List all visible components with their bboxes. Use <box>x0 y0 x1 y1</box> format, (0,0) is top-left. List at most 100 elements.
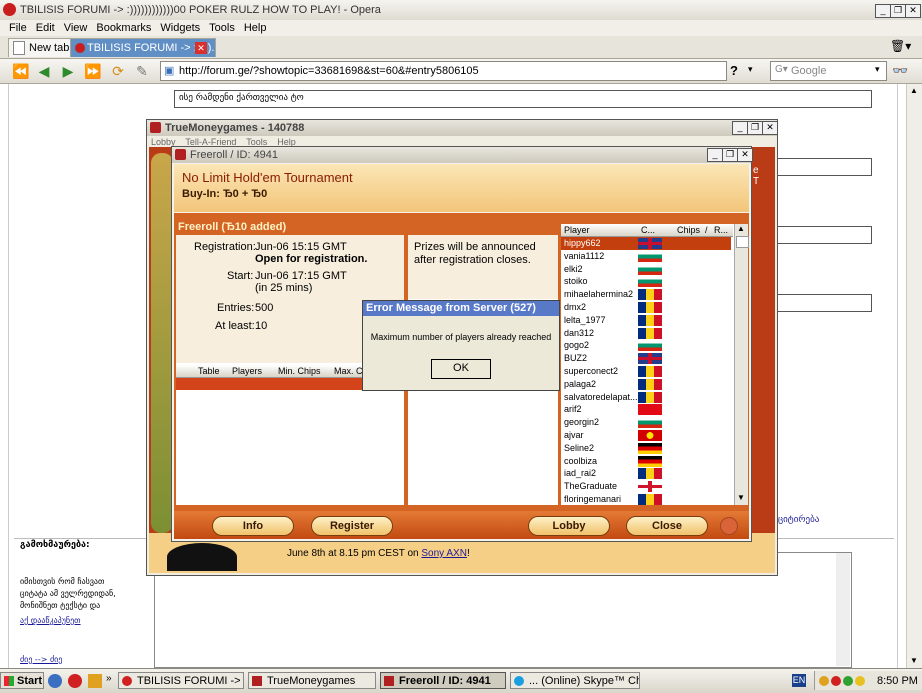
player-row[interactable]: palaga2 <box>561 378 731 391</box>
address-bar[interactable]: ▣ http://forum.ge/?showtopic=33681698&st… <box>160 61 727 81</box>
rewind-icon[interactable]: ⏪ <box>12 63 29 79</box>
game-close-button[interactable]: ✕ <box>762 121 778 135</box>
player-row[interactable]: BUZ2 <box>561 352 731 365</box>
scroll-down-icon[interactable]: ▼ <box>737 493 745 502</box>
close-button[interactable]: ✕ <box>905 4 921 18</box>
player-row[interactable]: ajvar <box>561 429 731 442</box>
freeroll-close-button[interactable]: ✕ <box>737 148 753 162</box>
col-min-chips[interactable]: Min. Chips <box>278 366 321 376</box>
menu-bookmarks[interactable]: Bookmarks <box>96 22 151 34</box>
ie-icon[interactable] <box>48 674 62 688</box>
app-icon[interactable] <box>88 674 102 688</box>
stop-icon[interactable] <box>720 517 738 535</box>
textarea-scrollbar[interactable] <box>836 553 850 666</box>
tab-forum[interactable]: TBILISIS FORUMI -> :))))... ✕ <box>70 38 216 57</box>
player-row[interactable]: elki2 <box>561 263 731 276</box>
register-button[interactable]: Register <box>311 516 393 536</box>
col-country[interactable]: C... <box>641 225 655 235</box>
bottom-link[interactable]: ძიე --> ძიე <box>20 655 62 664</box>
start-button[interactable]: Start <box>0 672 44 689</box>
menu-edit[interactable]: Edit <box>36 22 55 34</box>
player-row[interactable]: gogo2 <box>561 339 731 352</box>
col-players[interactable]: Players <box>232 366 262 376</box>
player-row[interactable]: dan312 <box>561 327 731 340</box>
player-row[interactable]: Seline2 <box>561 442 731 455</box>
lobby-button[interactable]: Lobby <box>528 516 610 536</box>
trash-icon[interactable]: 🗑▾ <box>890 39 916 55</box>
tray-icon[interactable] <box>843 676 853 686</box>
reload-icon[interactable]: ⟳ <box>110 63 126 79</box>
minimize-button[interactable]: _ <box>875 4 891 18</box>
player-row[interactable]: arif2 <box>561 403 731 416</box>
player-row[interactable]: vania1112 <box>561 250 731 263</box>
scroll-up-icon[interactable]: ▲ <box>737 224 745 233</box>
player-row[interactable]: mihaelahermina2 <box>561 288 731 301</box>
player-row[interactable]: lelta_1977 <box>561 314 731 327</box>
chevron-double-icon[interactable]: » <box>106 673 112 684</box>
search-input[interactable]: G▾ Google ▾ <box>770 61 887 81</box>
sony-axn-link[interactable]: Sony AXN <box>421 548 467 559</box>
page-scrollbar[interactable]: ▲ ▼ <box>906 84 922 668</box>
col-rank[interactable]: R... <box>714 225 728 235</box>
menu-view[interactable]: View <box>64 22 88 34</box>
info-button[interactable]: Info <box>212 516 294 536</box>
col-table[interactable]: Table <box>198 366 220 376</box>
back-icon[interactable]: ◀ <box>36 63 52 79</box>
player-row[interactable]: stoiko <box>561 275 731 288</box>
windows-taskbar: Start » TBILISIS FORUMI -> :))))... True… <box>0 668 922 693</box>
player-row[interactable]: TheGraduate <box>561 480 731 493</box>
forum-title-input[interactable]: ისე რამდენი ქართველია ტო <box>174 90 872 108</box>
scroll-down-icon[interactable]: ▼ <box>910 656 918 665</box>
player-row[interactable]: floringemanari <box>561 493 731 506</box>
taskbar-item-truemoneygames[interactable]: TrueMoneygames <box>248 672 376 689</box>
col-player[interactable]: Player <box>564 225 590 235</box>
zoom-icon[interactable]: 👓 <box>892 63 914 79</box>
opera-icon[interactable] <box>68 674 82 688</box>
menu-help[interactable]: Help <box>244 22 267 34</box>
menu-tools[interactable]: Tools <box>209 22 235 34</box>
player-row[interactable]: iad_rai2 <box>561 467 731 480</box>
freeroll-titlebar: Freeroll / ID: 4941 _ ❐ ✕ <box>172 147 753 163</box>
restore-button[interactable]: ❐ <box>890 4 906 18</box>
player-row[interactable]: coolbiza <box>561 455 731 468</box>
edit-icon[interactable]: ✎ <box>134 63 150 79</box>
tab-new[interactable]: New tab <box>8 38 76 57</box>
game-minimize-button[interactable]: _ <box>732 121 748 135</box>
quote-link[interactable]: აქ დააწკაპუნეთ <box>20 616 81 625</box>
help-icon[interactable]: ? <box>730 63 746 79</box>
player-row[interactable]: superconect2 <box>561 365 731 378</box>
menu-widgets[interactable]: Widgets <box>160 22 200 34</box>
taskbar-item-forum[interactable]: TBILISIS FORUMI -> :))))... <box>118 672 244 689</box>
close-tab-icon[interactable]: ✕ <box>195 42 207 54</box>
tray-icon[interactable] <box>819 676 829 686</box>
player-row[interactable]: dmx2 <box>561 301 731 314</box>
player-list-scrollbar[interactable]: ▲ ▼ <box>734 224 749 505</box>
player-name: mihaelahermina2 <box>564 289 634 300</box>
language-indicator[interactable]: EN <box>792 674 806 687</box>
chevron-down-icon[interactable]: ▾ <box>748 64 760 78</box>
freeroll-restore-button[interactable]: ❐ <box>722 148 738 162</box>
forum-field-4[interactable] <box>776 294 872 312</box>
chevron-down-icon[interactable]: ▾ <box>875 64 880 75</box>
scroll-up-icon[interactable]: ▲ <box>910 86 918 95</box>
col-chips[interactable]: Chips <box>677 225 700 235</box>
player-row[interactable]: salvatoredelapat... <box>561 391 731 404</box>
ok-button[interactable]: OK <box>431 359 491 379</box>
freeroll-minimize-button[interactable]: _ <box>707 148 723 162</box>
tray-icon[interactable] <box>855 676 865 686</box>
forum-field-3[interactable] <box>776 226 872 244</box>
player-row[interactable]: georgin2 <box>561 416 731 429</box>
forum-field-2[interactable] <box>776 158 872 176</box>
player-row[interactable]: hippy662 <box>561 237 731 250</box>
taskbar-item-freeroll[interactable]: Freeroll / ID: 4941 <box>380 672 506 689</box>
forum-right-links[interactable]: ციტირება <box>778 515 819 525</box>
forward-icon[interactable]: ▶ <box>60 63 76 79</box>
menu-file[interactable]: File <box>9 22 27 34</box>
fast-forward-icon[interactable]: ⏩ <box>84 63 101 79</box>
game-restore-button[interactable]: ❐ <box>747 121 763 135</box>
tray-icon[interactable] <box>831 676 841 686</box>
close-window-button[interactable]: Close <box>626 516 708 536</box>
search-placeholder: Google <box>791 65 827 77</box>
taskbar-item-skype[interactable]: ... (Online) Skype™ Chat <box>510 672 640 689</box>
scroll-thumb[interactable] <box>736 236 749 248</box>
